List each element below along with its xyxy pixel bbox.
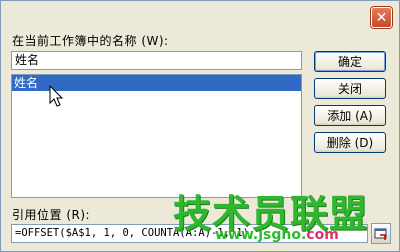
collapse-dialog-icon[interactable] xyxy=(371,223,391,244)
close-button[interactable]: 关闭 xyxy=(314,78,386,99)
watermark-url-main: www.jsgho. xyxy=(215,227,307,243)
mouse-cursor-icon xyxy=(49,85,64,107)
refers-to-label: 引用位置 (R): xyxy=(12,208,91,222)
names-in-workbook-label: 在当前工作簿中的名称 (W): xyxy=(12,34,169,48)
name-input[interactable]: 姓名 xyxy=(11,51,302,70)
close-icon[interactable]: ✕ xyxy=(371,7,392,28)
delete-button[interactable]: 删除 (D) xyxy=(314,132,386,153)
define-name-dialog: ✕ 在当前工作簿中的名称 (W): 姓名 姓名 确定 关闭 添加 (A) 删除 … xyxy=(0,0,400,252)
ok-button[interactable]: 确定 xyxy=(314,51,386,72)
watermark-url: www.jsgho.com xyxy=(215,227,339,243)
watermark-url-tld: com xyxy=(306,227,339,243)
add-button[interactable]: 添加 (A) xyxy=(314,105,386,126)
